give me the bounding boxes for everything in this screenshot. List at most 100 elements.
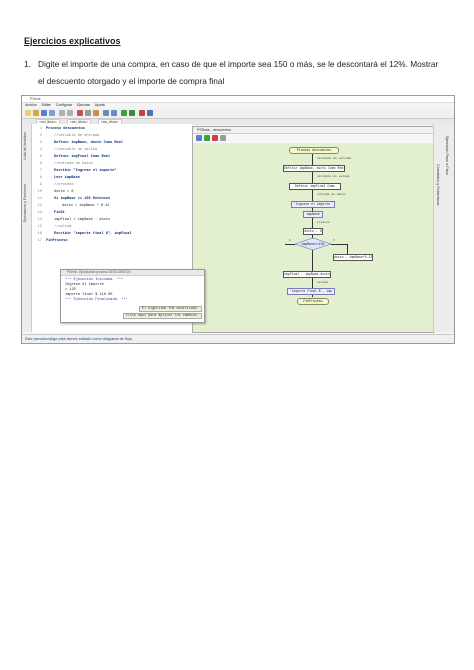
console-line-4: importe final $ 110.00 xyxy=(65,293,113,297)
flow-def1[interactable]: Definir impBase, dscto Como Real xyxy=(283,165,345,172)
flow-comment5: salida xyxy=(317,281,328,284)
save-as-icon[interactable] xyxy=(49,110,55,116)
help-icon[interactable] xyxy=(147,110,153,116)
flow-yes-branch-line xyxy=(285,244,295,245)
indent-icon[interactable] xyxy=(111,110,117,116)
exercise-text-line1: Digite el importe de una compra, en caso… xyxy=(38,59,439,69)
flow-zoom-icon[interactable] xyxy=(220,135,226,141)
flow-assign0[interactable]: dscto ← 0 xyxy=(303,228,323,235)
line-number: 1 xyxy=(39,127,42,131)
line-number: 2 xyxy=(39,134,42,138)
menu-archivo[interactable]: Archivo xyxy=(25,103,37,107)
flowchart-window: PSDraw - descuentos Proceso descuentos v… xyxy=(192,126,434,333)
flow-start[interactable]: Proceso descuentos xyxy=(289,147,339,154)
code-line[interactable]: Leer impBase xyxy=(54,176,80,180)
line-number: 8 xyxy=(39,176,42,180)
code-line[interactable]: Escribir "Ingrese el importe" xyxy=(54,169,117,173)
flow-condition[interactable]: impBase>=150 xyxy=(295,238,331,250)
find-icon[interactable] xyxy=(103,110,109,116)
flow-save-icon[interactable] xyxy=(196,135,202,141)
flow-comment1: variable de entrada xyxy=(317,157,352,160)
flow-no-label: F xyxy=(289,239,291,242)
console-line-5: *** Ejecución Finalizada. *** xyxy=(65,298,128,302)
cut-icon[interactable] xyxy=(77,110,83,116)
console-line-1: *** Ejecución Iniciada. *** xyxy=(65,278,124,282)
code-line[interactable]: //salida xyxy=(54,225,71,229)
flow-comment2: variable de salida xyxy=(317,175,350,178)
code-line[interactable]: Escribir "importe final $", impFinal xyxy=(54,232,132,236)
flow-output2[interactable]: 'importe final $', imp xyxy=(287,288,335,295)
flowchart-window-title: PSDraw - descuentos xyxy=(193,127,433,134)
line-number: 4 xyxy=(39,148,42,152)
console-line-2: Ingrese el importe xyxy=(65,283,104,287)
save-icon[interactable] xyxy=(41,110,47,116)
code-line[interactable]: Definir impBase, dscto Como Real xyxy=(54,141,123,145)
code-line[interactable]: //variable de entrada xyxy=(54,134,99,138)
code-line[interactable]: dscto = impBase * 0.12 xyxy=(62,204,109,208)
flow-end[interactable]: FinProceso xyxy=(297,298,329,305)
step-run-icon[interactable] xyxy=(129,110,135,116)
exercise-number: 1. xyxy=(24,59,31,69)
status-bar: Este pseudocódigo está siendo editado co… xyxy=(22,334,454,343)
redo-icon[interactable] xyxy=(67,110,73,116)
flow-no-branch-line xyxy=(331,244,347,245)
menu-configurar[interactable]: Configurar xyxy=(56,103,72,107)
line-number: 15 xyxy=(37,225,42,229)
step-by-step-tab[interactable]: Ejecución Paso a Paso xyxy=(445,136,449,175)
code-line[interactable]: Definir impFinal Como Real xyxy=(54,155,110,159)
new-file-icon[interactable] xyxy=(25,110,31,116)
operators-tab[interactable]: Operadores y Funciones xyxy=(23,184,27,222)
code-line[interactable]: dscto = 0 xyxy=(54,190,73,194)
code-line[interactable]: Proceso descuentos xyxy=(46,127,85,131)
window-title: PSeInt xyxy=(22,96,454,103)
flow-yes-down-line xyxy=(347,244,348,254)
line-number: 17 xyxy=(37,239,42,243)
code-line[interactable]: //proceso xyxy=(54,183,73,187)
code-line[interactable]: impFinal = impBase - dscto xyxy=(54,218,110,222)
flowchart-icon[interactable] xyxy=(139,110,145,116)
flow-assign1[interactable]: dscto ← impBase*0.12 xyxy=(333,254,373,261)
code-line[interactable]: Si impBase >= 150 Entonces xyxy=(54,197,110,201)
flow-def2[interactable]: Definir impFinal Como xyxy=(289,183,341,190)
line-number: 13 xyxy=(37,211,42,215)
code-line[interactable]: //entrada de datos xyxy=(54,162,93,166)
line-number: 7 xyxy=(39,169,42,173)
line-number: 3 xyxy=(39,141,42,145)
flow-input1[interactable]: impBase xyxy=(303,211,323,218)
console-apply-changes-link[interactable]: Click aquí para aplicar los cambios. xyxy=(122,313,202,319)
commands-tab[interactable]: Comandos y Estructuras xyxy=(436,164,440,206)
flow-comment4: proceso xyxy=(317,221,330,224)
console-note-modified: El algoritmo fue modificado. xyxy=(139,306,202,312)
code-line[interactable]: FinSi xyxy=(54,211,65,215)
flowchart-canvas[interactable]: Proceso descuentos variable de entrada D… xyxy=(193,143,433,332)
flow-condition-text: impBase>=150 xyxy=(301,242,325,246)
exercise-text-line2: el descuento otorgado y el importe de co… xyxy=(38,76,225,86)
paste-icon[interactable] xyxy=(93,110,99,116)
variables-list-tab[interactable]: Lista de Variables xyxy=(23,132,27,160)
line-number: 6 xyxy=(39,162,42,166)
line-number: 16 xyxy=(37,232,42,236)
flow-run-icon[interactable] xyxy=(204,135,210,141)
page-title: Ejercicios explicativos xyxy=(24,36,121,46)
console-title: PSeInt - Ejecutando proceso DESCUENTOS xyxy=(61,270,204,276)
run-icon[interactable] xyxy=(121,110,127,116)
flow-yes-label: V xyxy=(333,239,335,242)
code-line[interactable]: FinProceso xyxy=(46,239,68,243)
code-line[interactable]: //variable de salida xyxy=(54,148,97,152)
line-number: 11 xyxy=(37,197,42,201)
menu-ayuda[interactable]: Ayuda xyxy=(95,103,105,107)
flow-assign2[interactable]: impFinal ← impBase-dscto xyxy=(283,271,331,278)
undo-icon[interactable] xyxy=(59,110,65,116)
menu-editar[interactable]: Editar xyxy=(42,103,51,107)
flow-output1[interactable]: 'Ingrese el importe' xyxy=(291,201,335,208)
menu-ejecutar[interactable]: Ejecutar xyxy=(77,103,90,107)
copy-icon[interactable] xyxy=(85,110,91,116)
pseint-screenshot: PSeInt Archivo Editar Configurar Ejecuta… xyxy=(21,95,455,344)
line-number: 14 xyxy=(37,218,42,222)
open-file-icon[interactable] xyxy=(33,110,39,116)
line-number: 12 xyxy=(37,204,42,208)
flow-export-icon[interactable] xyxy=(212,135,218,141)
line-number: 10 xyxy=(37,190,42,194)
execution-console: PSeInt - Ejecutando proceso DESCUENTOS *… xyxy=(60,269,205,323)
right-side-panel: Comandos y Estructuras Ejecución Paso a … xyxy=(433,124,454,332)
